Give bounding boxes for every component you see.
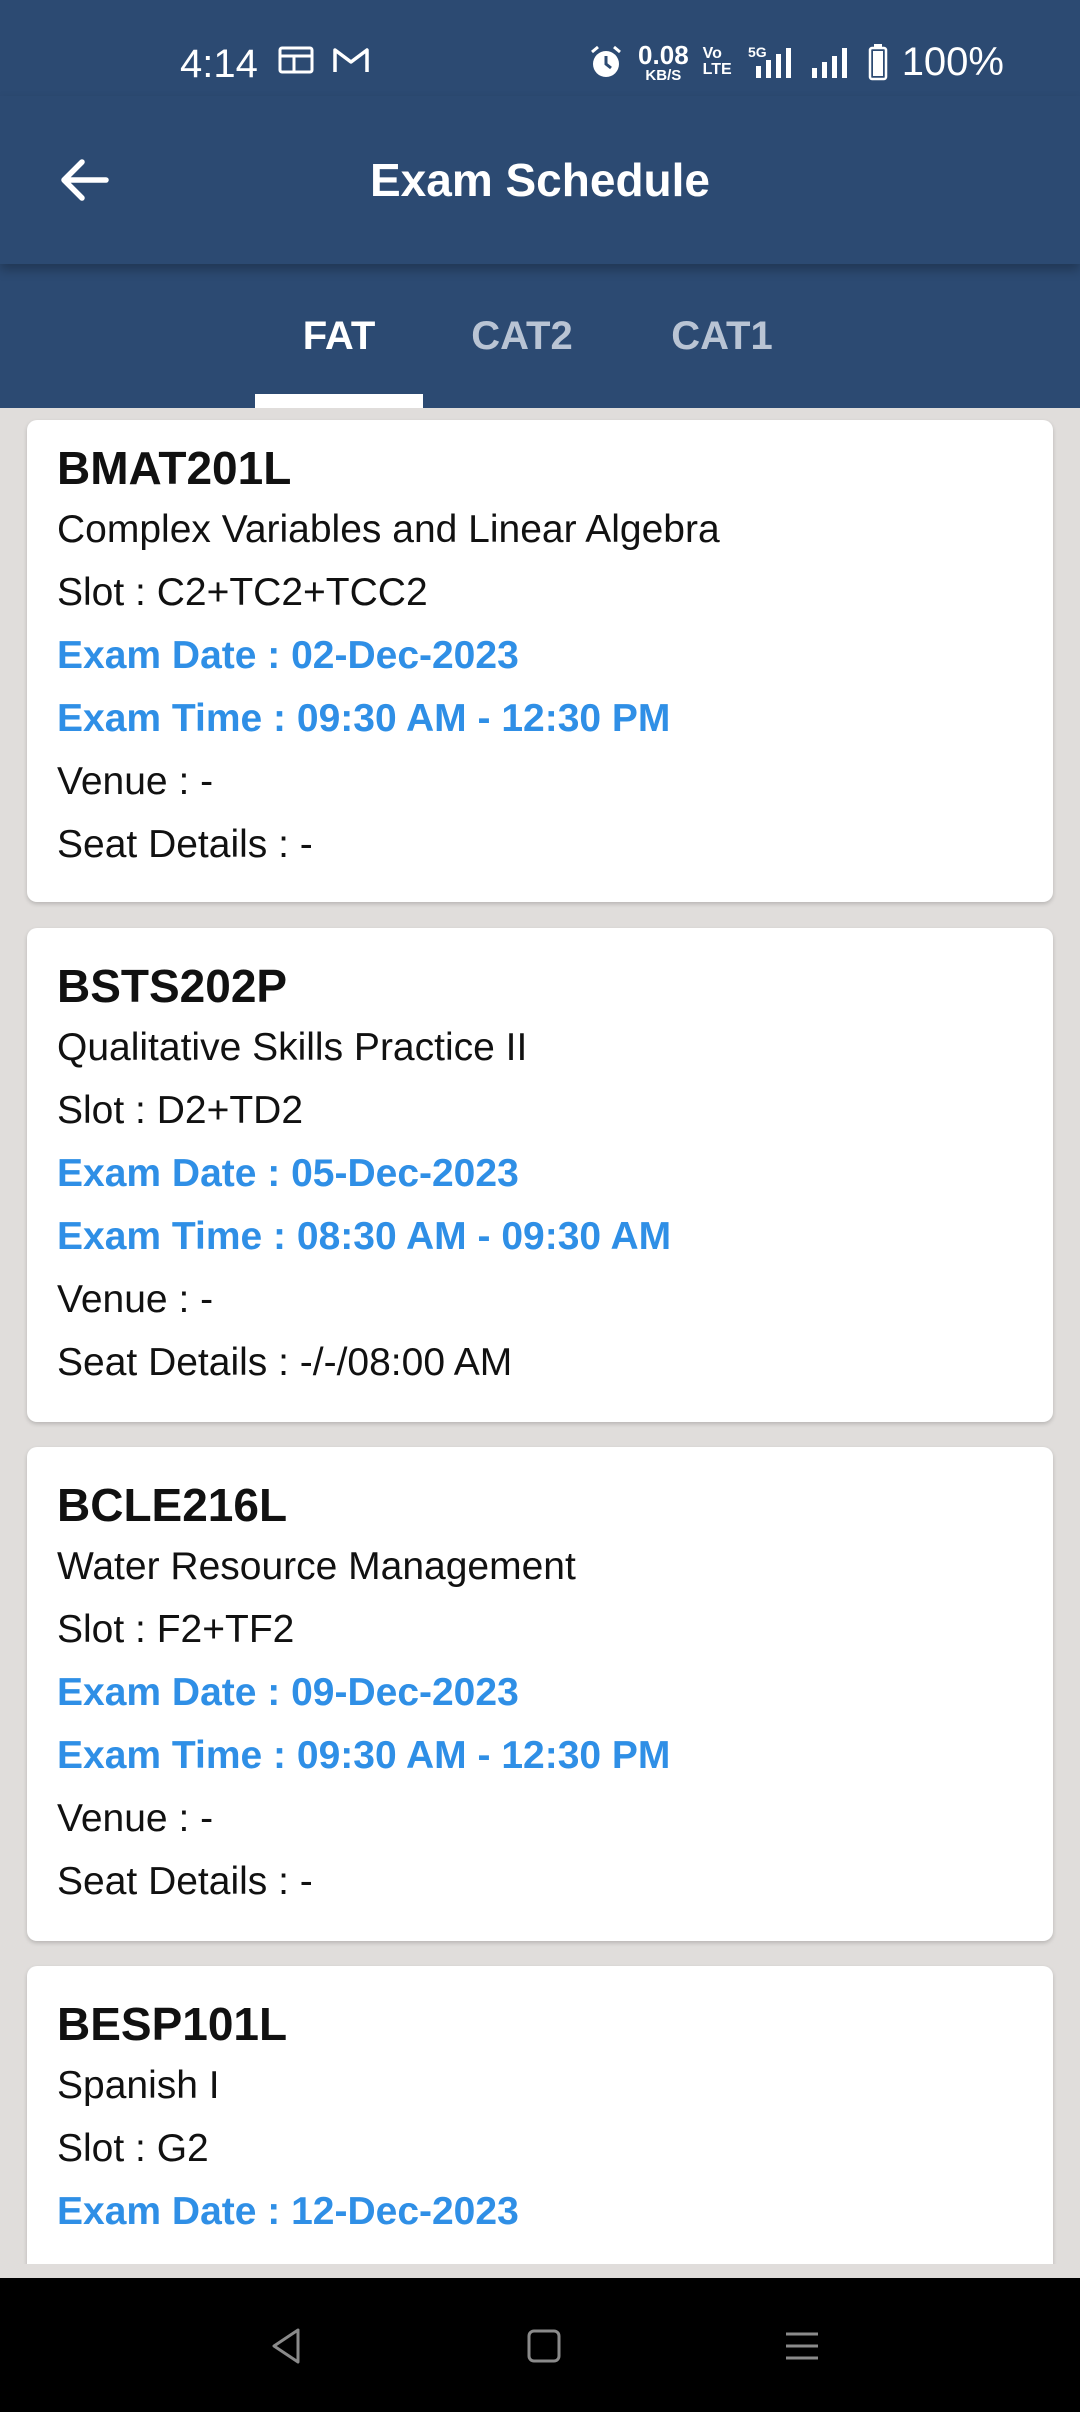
volte-indicator: Vo LTE — [702, 45, 732, 78]
tab-fat[interactable]: FAT — [255, 264, 423, 408]
slot: Slot : C2+TC2+TCC2 — [57, 571, 428, 614]
gmail-icon — [333, 48, 369, 72]
nav-home-button[interactable] — [508, 2310, 580, 2382]
exam-time: Exam Time : 09:30 AM - 12:30 PM — [57, 697, 671, 740]
course-code: BCLE216L — [57, 1479, 288, 1531]
network-speed: 0.08 KB/S — [638, 39, 689, 84]
square-home-icon — [527, 2329, 561, 2363]
venue: Venue : - — [57, 1797, 214, 1840]
app-bar: Exam Schedule — [0, 96, 1080, 264]
seat-details: Seat Details : - — [57, 823, 313, 866]
tab-cat2[interactable]: CAT2 — [440, 264, 604, 408]
system-nav-bar — [0, 2278, 1080, 2412]
calendar-notification-icon — [278, 46, 314, 74]
course-title: Water Resource Management — [57, 1545, 576, 1588]
notification-icons — [278, 44, 370, 76]
exam-card[interactable]: BSTS202P Qualitative Skills Practice II … — [27, 928, 1053, 1422]
exam-time: Exam Time : 09:30 AM - 12:30 PM — [57, 1734, 671, 1777]
tab-bar: FAT CAT2 CAT1 — [0, 264, 1080, 408]
slot: Slot : F2+TF2 — [57, 1608, 295, 1651]
alarm-icon — [591, 45, 622, 77]
svg-text:5G: 5G — [748, 44, 767, 60]
slot: Slot : D2+TD2 — [57, 1089, 304, 1132]
exam-date: Exam Date : 02-Dec-2023 — [57, 634, 519, 677]
battery-icon — [868, 44, 887, 81]
seat-details: Seat Details : - — [57, 1860, 313, 1903]
status-bar: 4:14 0.08 KB/S Vo LTE 5G 100% — [0, 0, 1080, 96]
course-code: BMAT201L — [57, 442, 292, 494]
course-code: BESP101L — [57, 1998, 288, 2050]
exam-card[interactable]: BMAT201L Complex Variables and Linear Al… — [27, 420, 1053, 902]
course-title: Spanish I — [57, 2064, 220, 2107]
nav-back-button[interactable] — [250, 2310, 322, 2382]
signal-5g-icon: 5G — [748, 44, 791, 78]
exam-card[interactable]: BESP101L Spanish I Slot : G2 Exam Date :… — [27, 1966, 1053, 2264]
exam-date: Exam Date : 09-Dec-2023 — [57, 1671, 519, 1714]
menu-lines-icon — [786, 2332, 818, 2360]
exam-card[interactable]: BCLE216L Water Resource Management Slot … — [27, 1447, 1053, 1941]
status-time: 4:14 — [180, 42, 258, 86]
venue: Venue : - — [57, 1278, 214, 1321]
exam-date: Exam Date : 05-Dec-2023 — [57, 1152, 519, 1195]
battery-percent: 100% — [901, 40, 1004, 84]
active-tab-indicator — [255, 394, 423, 408]
exam-time: Exam Time : 08:30 AM - 09:30 AM — [57, 1215, 672, 1258]
page-title: Exam Schedule — [369, 154, 711, 206]
slot: Slot : G2 — [57, 2127, 209, 2170]
triangle-back-icon — [272, 2328, 300, 2364]
exam-list[interactable]: BMAT201L Complex Variables and Linear Al… — [0, 408, 1080, 2264]
exam-date: Exam Date : 12-Dec-2023 — [57, 2190, 519, 2233]
signal-icon — [811, 48, 847, 78]
status-indicators: 0.08 KB/S Vo LTE 5G 100% — [588, 38, 1004, 86]
course-code: BSTS202P — [57, 960, 288, 1012]
course-title: Complex Variables and Linear Algebra — [57, 508, 720, 551]
venue: Venue : - — [57, 760, 214, 803]
seat-details: Seat Details : -/-/08:00 AM — [57, 1341, 513, 1384]
tab-cat1[interactable]: CAT1 — [640, 264, 804, 408]
nav-menu-button[interactable] — [766, 2310, 838, 2382]
course-title: Qualitative Skills Practice II — [57, 1026, 528, 1069]
